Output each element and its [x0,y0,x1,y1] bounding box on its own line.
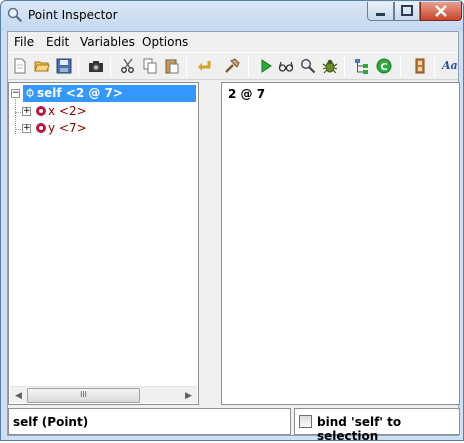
copy-icon[interactable] [142,58,158,74]
bind-self-label[interactable]: bind 'self' to selection [317,415,459,443]
value-text[interactable]: 2 @ 7 [228,87,265,101]
instance-variable-icon [36,106,46,116]
maximize-icon [401,5,413,16]
debug-bug-icon[interactable] [322,58,338,74]
tree-label-x: x <2> [34,103,89,120]
cut-scissors-icon[interactable] [120,58,136,74]
font-aa-icon[interactable]: Aa [442,58,458,74]
close-button[interactable] [420,2,462,21]
hammer-icon[interactable] [224,58,240,74]
object-icon [26,88,34,98]
undo-arrow-icon[interactable] [196,58,212,74]
value-text-pane[interactable]: 2 @ 7 [221,82,460,405]
toolbar-separator [400,57,401,77]
inspector-window: Point Inspector File Edit Variables Opti… [0,0,464,443]
window-title: Point Inspector [28,8,118,22]
camera-icon[interactable] [88,58,104,74]
scroll-right-button[interactable]: ▶ [180,387,197,404]
title-bar[interactable]: Point Inspector [1,1,463,31]
self-label-text: self <2 @ 7> [37,86,123,100]
x-label-text: x <2> [48,104,87,118]
scroll-left-button[interactable]: ◀ [10,387,27,404]
tree-label-y: y <7> [34,120,89,137]
film-strip-icon[interactable] [412,58,428,74]
bind-self-checkbox[interactable] [299,415,312,428]
toolbar-separator [248,57,249,77]
new-document-icon[interactable] [12,58,28,74]
svg-text:C: C [380,62,387,73]
paste-icon[interactable] [164,58,180,74]
maximize-button[interactable] [394,2,420,21]
scroll-thumb[interactable]: III [27,388,140,403]
magnifier-icon [7,7,23,23]
minimize-button[interactable] [367,2,394,21]
toolbar: C Aa [8,52,458,80]
menu-file[interactable]: File [14,35,34,49]
pane-splitter[interactable] [199,82,221,405]
open-folder-icon[interactable] [34,58,50,74]
tree-row-self[interactable]: − self <2 @ 7> [9,85,198,102]
status-class-text: self (Point) [13,415,89,429]
menu-edit[interactable]: Edit [46,35,69,49]
tree-label-self: self <2 @ 7> [23,85,196,102]
find-magnifier-icon[interactable] [300,58,316,74]
status-class-field: self (Point) [8,408,291,435]
toolbar-separator [78,57,79,77]
menu-variables[interactable]: Variables [80,35,135,49]
minimize-icon [376,13,385,16]
menu-options[interactable]: Options [142,35,188,49]
toolbar-separator [344,57,345,77]
collapse-toggle[interactable]: − [11,89,20,98]
tree-row-x[interactable]: + x <2> [9,103,198,120]
run-play-icon[interactable] [258,58,274,74]
toolbar-separator [186,57,187,77]
toolbar-separator [110,57,111,77]
tree-row-y[interactable]: + y <7> [9,120,198,137]
save-disk-icon[interactable] [56,58,72,74]
instance-variable-icon [36,123,46,133]
expand-toggle[interactable]: + [22,107,31,116]
close-icon [435,5,447,17]
y-label-text: y <7> [48,121,87,135]
tree-horizontal-scrollbar[interactable]: ◀ III ▶ [10,386,197,403]
toolbar-separator [434,57,435,77]
inspector-client: File Edit Variables Options C Aa − self … [7,31,460,443]
bind-self-field: bind 'self' to selection [294,408,460,443]
variables-tree[interactable]: − self <2 @ 7> + x <2> + y <7> ◀ III ▶ [8,82,199,405]
menu-bar: File Edit Variables Options [8,32,458,52]
refresh-c-icon[interactable]: C [376,58,392,74]
hierarchy-icon[interactable] [354,58,370,74]
inspect-glasses-icon[interactable] [278,58,294,74]
expand-toggle[interactable]: + [22,124,31,133]
